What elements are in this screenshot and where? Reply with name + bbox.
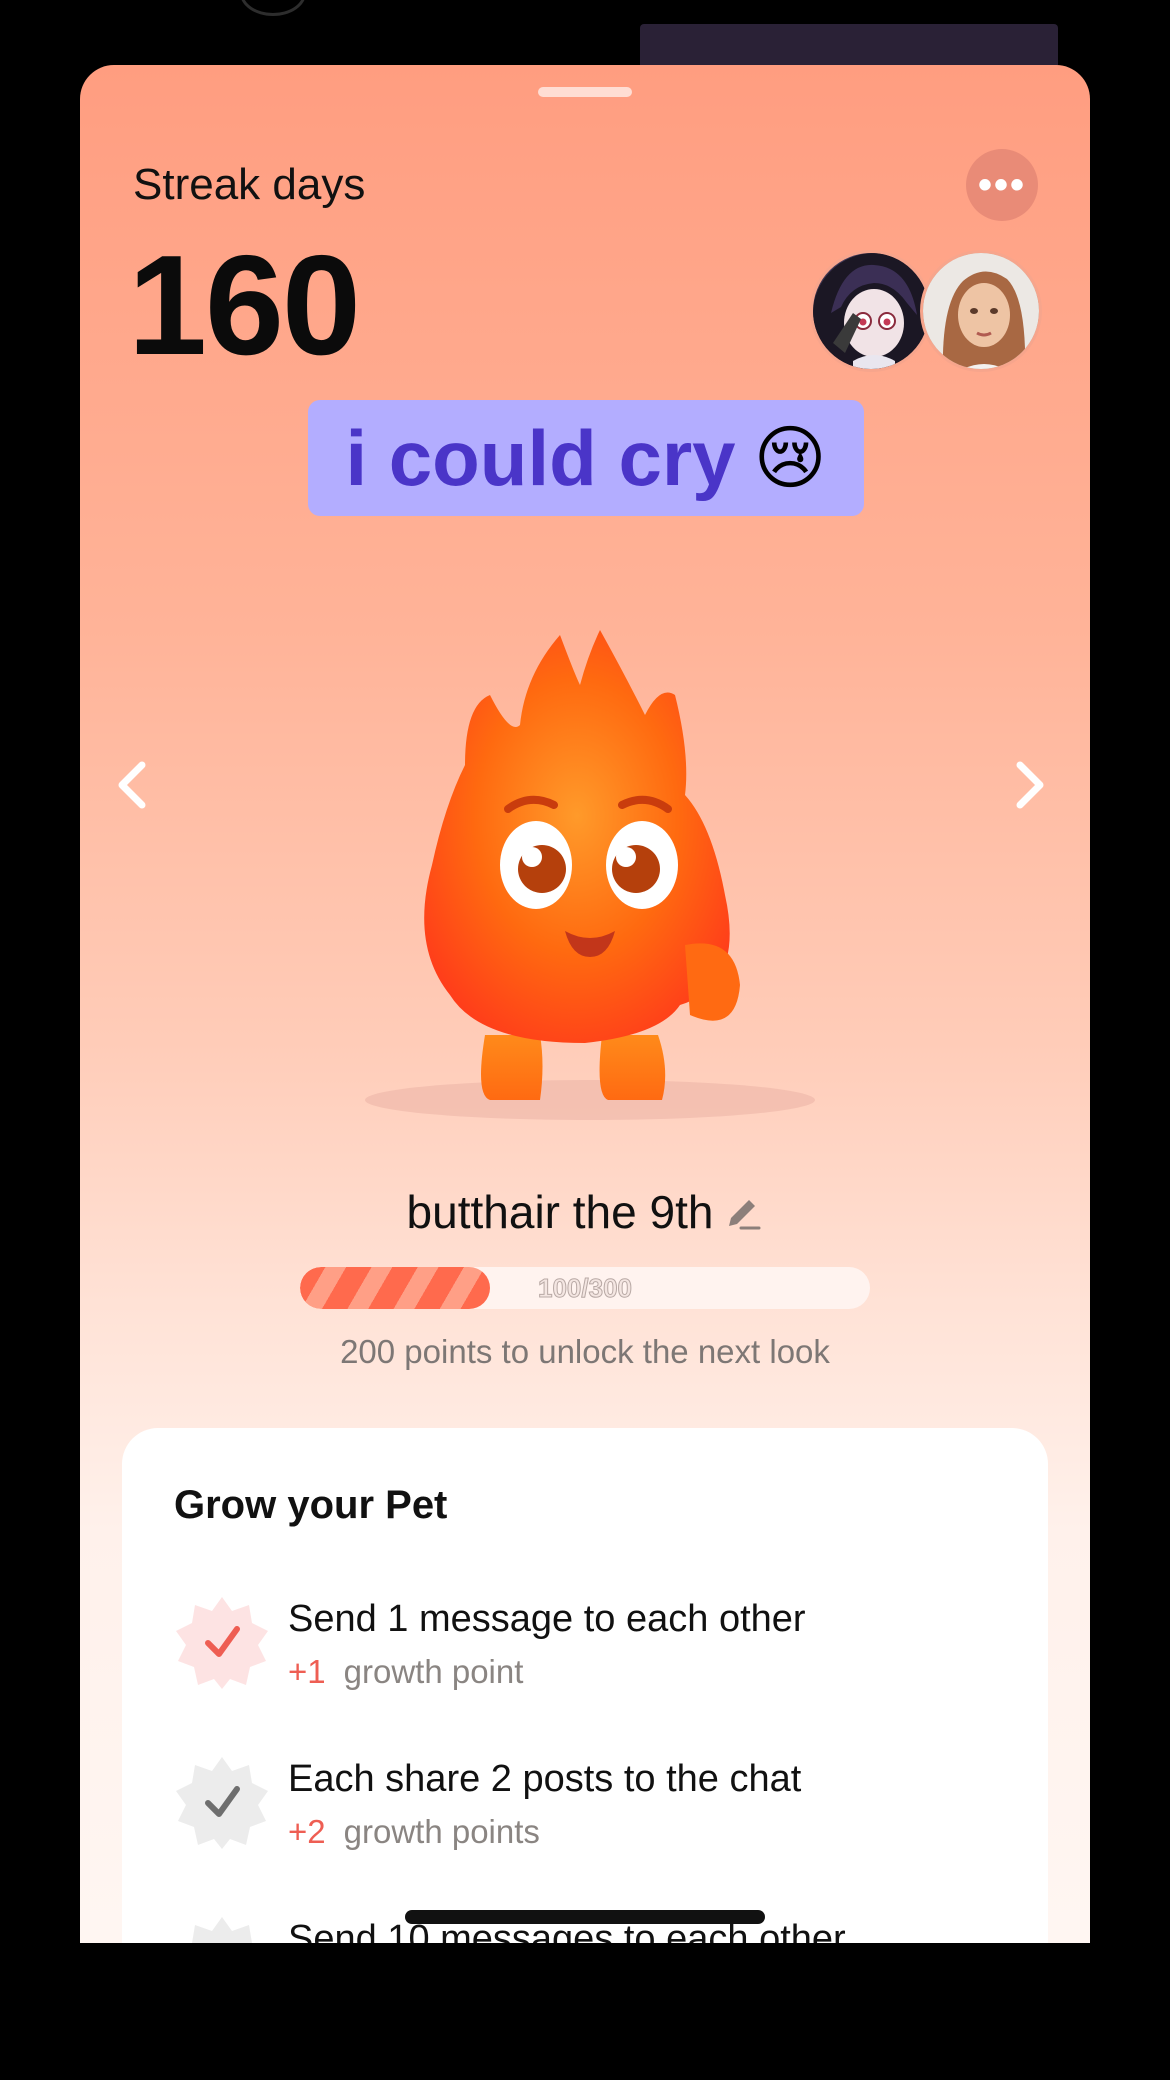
status-text: i could cry [345,413,736,502]
previous-pet-button[interactable] [102,745,162,825]
growth-progress-text: 100/300 [538,1272,633,1303]
home-indicator[interactable] [405,1910,765,1924]
chevron-left-icon [118,761,146,809]
task-reward: +1 growth point [288,1653,523,1691]
task-unit: growth points [343,1813,540,1850]
task-title: Each share 2 posts to the chat [288,1758,802,1800]
unlock-hint: 200 points to unlock the next look [340,1333,830,1370]
pending-check-badge-icon [192,1917,252,1943]
more-horizontal-icon: ••• [977,162,1026,207]
growth-progress-bar: 100/300 [300,1267,870,1309]
task-title: Send 1 message to each other [288,1598,806,1640]
streak-label: Streak days [133,160,366,209]
grow-pet-card: Grow your Pet Send 1 message to each oth… [122,1428,1048,1943]
streak-count: 160 [128,226,361,385]
pet-name-row: butthair the 9th [80,1185,1090,1239]
fire-pet-character-image[interactable] [340,565,840,1165]
completed-check-badge-icon [176,1597,268,1689]
pet-streak-sheet: Streak days 160 ••• i could cry 😢 buttha… [80,65,1090,1943]
pending-check-badge-icon [176,1757,268,1849]
edit-pencil-icon[interactable] [723,1192,763,1232]
more-options-button[interactable]: ••• [966,149,1038,221]
pet-name: butthair the 9th [406,1186,714,1238]
anime-character-avatar-image [813,253,929,369]
task-unit: growth point [343,1653,524,1690]
background-app-avatar [240,0,306,16]
task-points: +2 [288,1813,326,1850]
user-avatar[interactable] [920,250,1042,372]
next-pet-button[interactable] [1000,745,1060,825]
crying-face-icon: 😢 [753,419,827,497]
task-reward: +2 growth points [288,1813,540,1851]
status-bubble[interactable]: i could cry 😢 [308,400,864,516]
sheet-drag-handle[interactable] [538,87,632,97]
task-points: +1 [288,1653,326,1690]
friend-avatar[interactable] [810,250,932,372]
grow-card-title: Grow your Pet [174,1483,448,1527]
woman-portrait-avatar-image [923,253,1039,369]
chevron-right-icon [1016,761,1044,809]
